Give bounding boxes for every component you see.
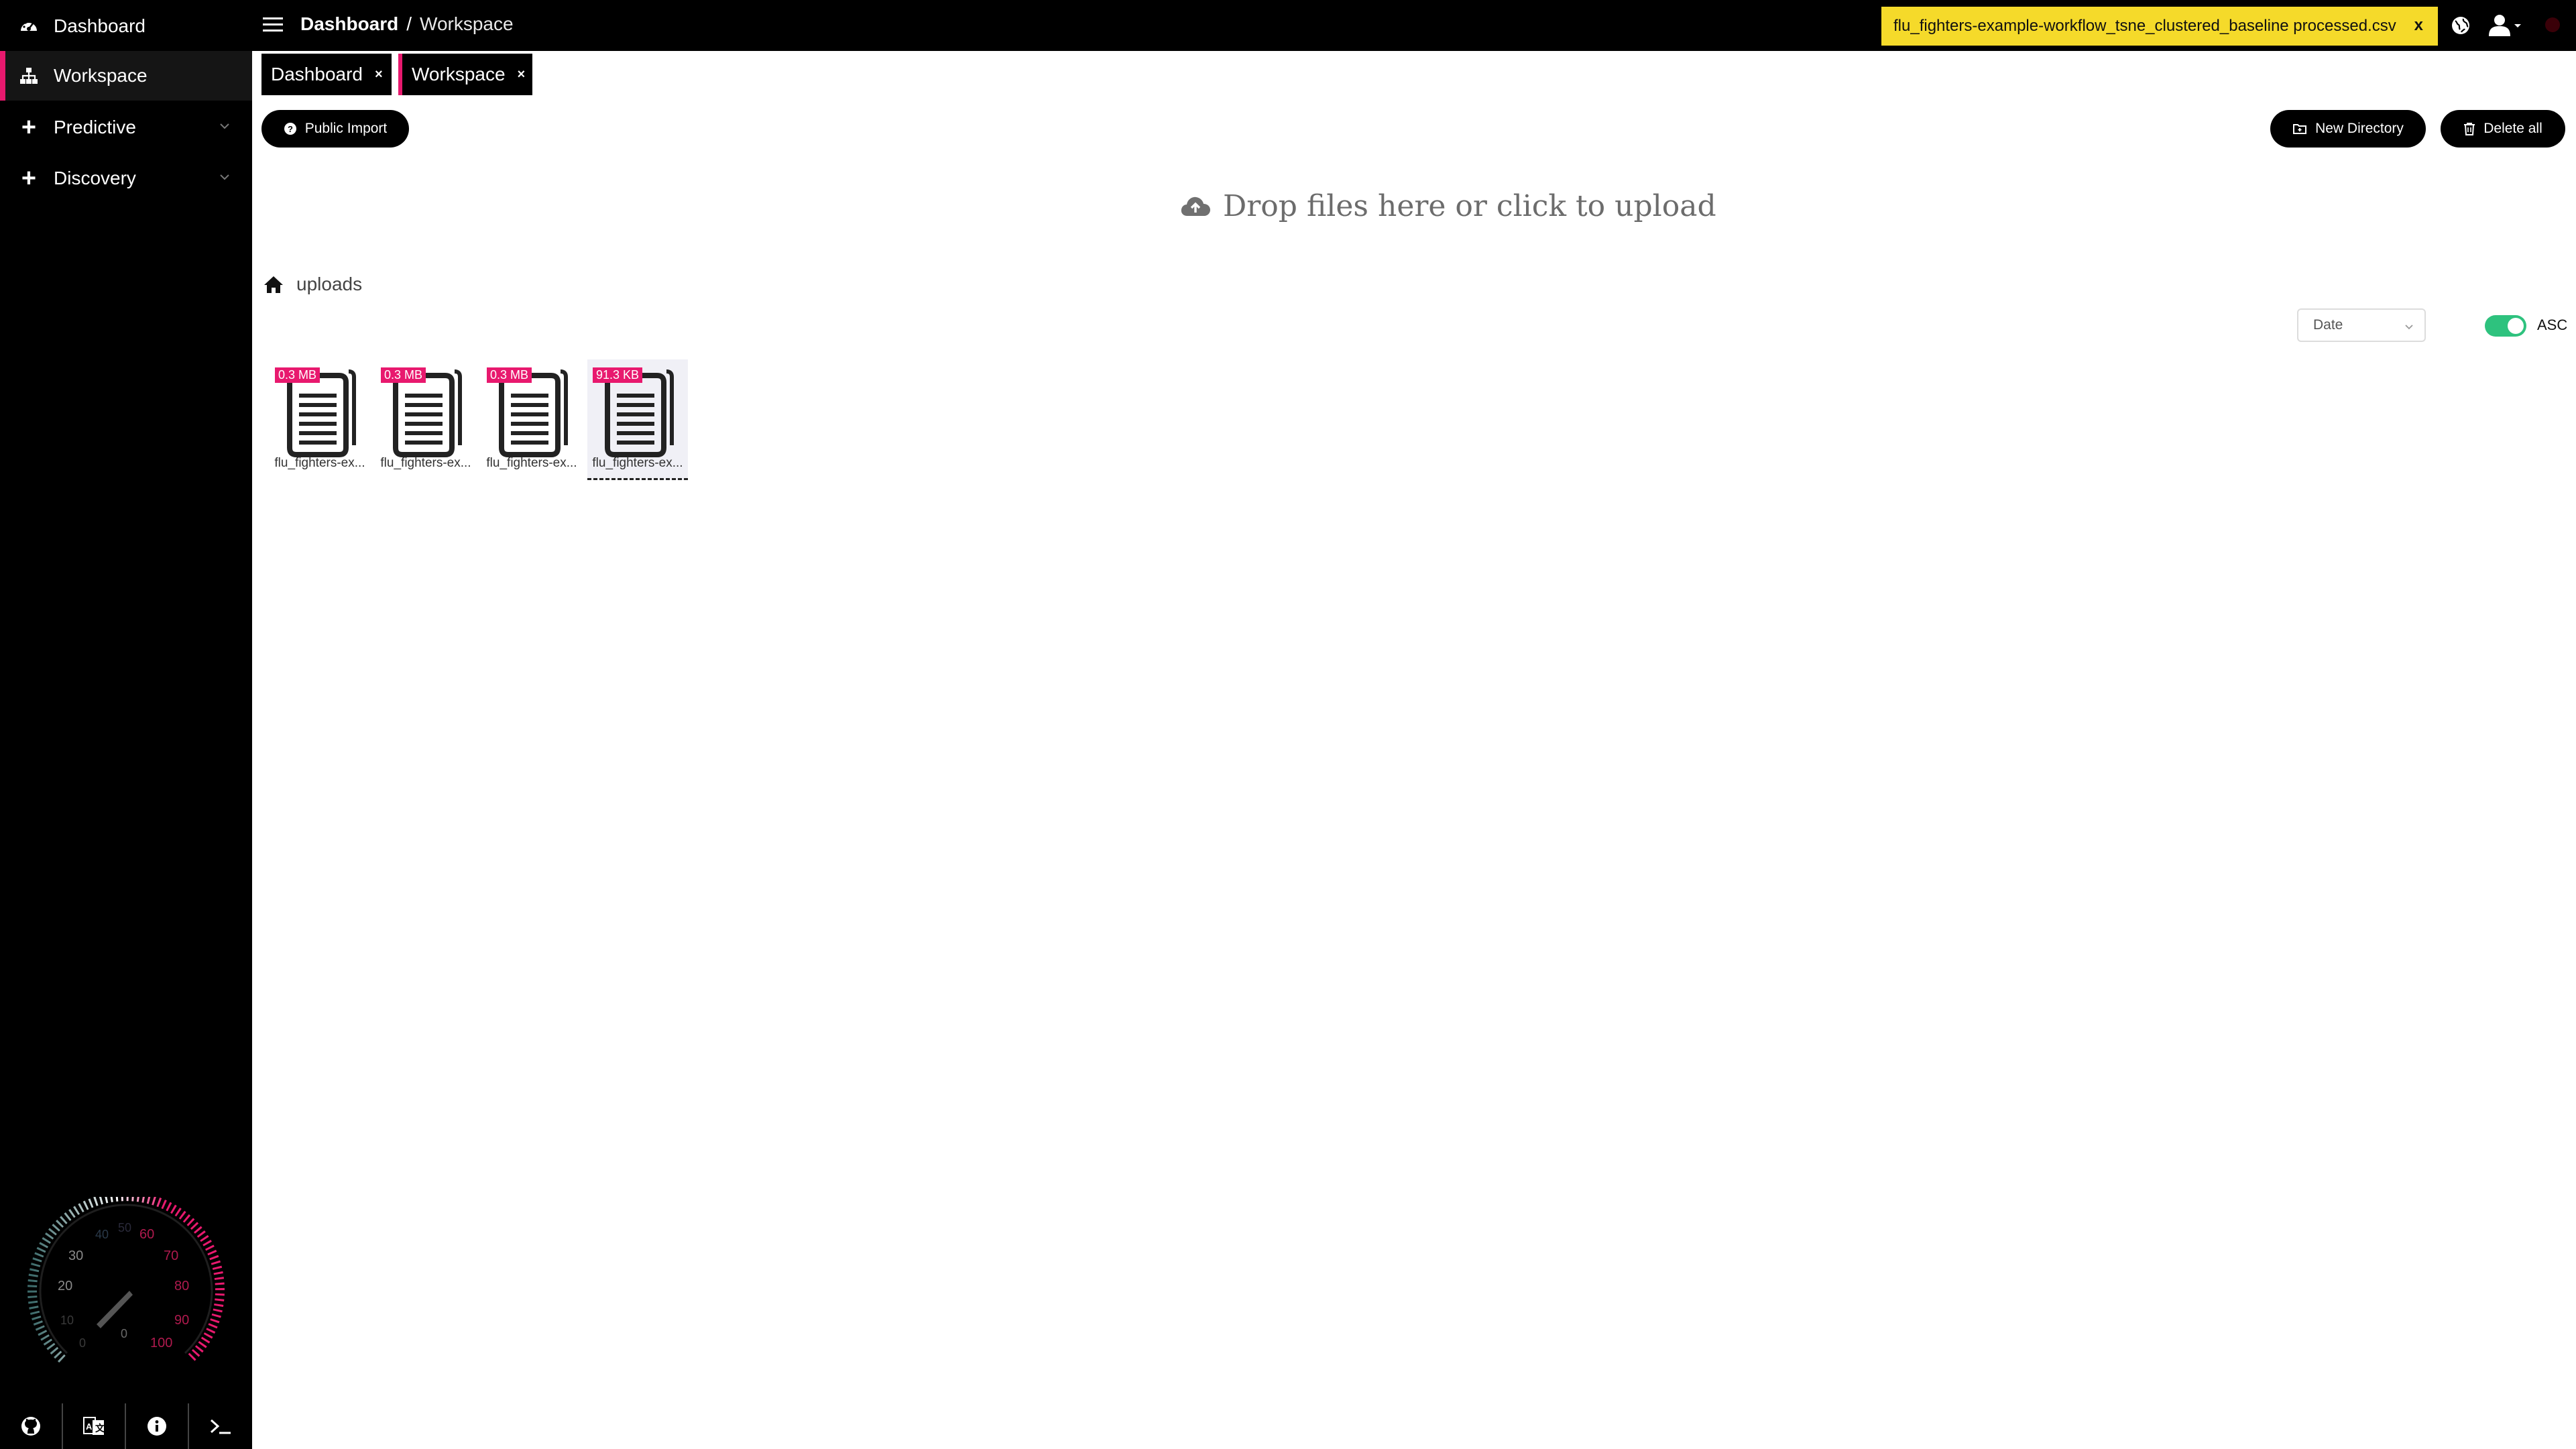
breadcrumb-separator: / (406, 13, 412, 34)
upload-dropzone[interactable]: Drop files here or click to upload (1180, 189, 1716, 223)
new-directory-label: New Directory (2315, 121, 2404, 136)
file-item[interactable]: 0.3 MB flu_fighters-ex... (270, 359, 370, 480)
tab-label: Workspace (412, 64, 506, 84)
gauge-tick-50: 50 (118, 1221, 131, 1234)
dropzone-text: Drop files here or click to upload (1223, 189, 1716, 223)
gauge-tick-30: 30 (68, 1249, 83, 1263)
public-import-button[interactable]: ? Public Import (261, 110, 409, 148)
top-bar: Dashboard / Workspace flu_fighters-example… (252, 0, 2576, 51)
gauge-tick-40: 40 (95, 1228, 109, 1241)
gauge-needle (97, 1291, 133, 1328)
sidebar-item-predictive[interactable]: + Predictive (0, 103, 252, 152)
delete-all-button[interactable]: Delete all (2441, 110, 2565, 148)
sidebar-item-workspace[interactable]: Workspace (0, 51, 252, 101)
language-icon: A文 (83, 1417, 105, 1435)
gauge-tick-90: 90 (174, 1313, 189, 1328)
sidebar-item-discovery[interactable]: + Discovery (0, 154, 252, 203)
toggle-knob (2508, 318, 2524, 334)
path-label[interactable]: uploads (296, 274, 362, 295)
sort-field-select[interactable]: Date (2297, 308, 2426, 342)
github-icon (21, 1417, 40, 1436)
file-item[interactable]: 0.3 MB flu_fighters-ex... (481, 359, 582, 480)
cloud-upload-icon (1181, 196, 1210, 216)
speed-gauge: 0 10 20 30 40 50 60 70 80 90 100 0 (27, 1197, 225, 1363)
question-circle-icon: ? (284, 123, 296, 135)
gauge-tick-0: 0 (79, 1336, 86, 1350)
file-size-badge: 0.3 MB (275, 367, 320, 383)
sidebar-item-dashboard[interactable]: Dashboard (0, 1, 252, 51)
new-directory-button[interactable]: New Directory (2270, 110, 2426, 148)
breadcrumb: Dashboard / Workspace (300, 13, 514, 35)
sidebar-item-label: Discovery (54, 168, 136, 188)
chevron-down-icon (220, 174, 229, 180)
gauge-tick-100: 100 (150, 1336, 172, 1350)
user-menu-icon[interactable] (2487, 13, 2525, 38)
notification-text: flu_fighters-example-workflow_tsne_clust… (1893, 17, 2396, 35)
sort-order-label: ASC (2537, 316, 2568, 333)
tab-workspace[interactable]: Workspace × (398, 54, 532, 95)
plus-icon: + (21, 113, 37, 141)
gauge-tick-80: 80 (174, 1279, 189, 1293)
svg-text:?: ? (288, 124, 293, 134)
file-size-badge: 91.3 KB (593, 367, 643, 383)
sidebar-item-label: Predictive (54, 117, 136, 137)
tab-dashboard[interactable]: Dashboard × (261, 54, 392, 95)
sidebar-item-label: Workspace (54, 65, 148, 86)
info-icon (148, 1417, 166, 1436)
github-button[interactable] (0, 1403, 63, 1449)
file-size-badge: 0.3 MB (487, 367, 532, 383)
sort-order-toggle[interactable] (2485, 315, 2526, 337)
notification-toast: flu_fighters-example-workflow_tsne_clust… (1881, 7, 2438, 46)
sidebar: Dashboard Workspace + Predictive + Disco… (0, 0, 252, 1449)
tab-close-button[interactable]: × (375, 67, 383, 82)
globe-icon[interactable] (2450, 15, 2471, 36)
gauge-tick-60: 60 (139, 1227, 154, 1242)
sitemap-icon (19, 66, 39, 86)
terminal-button[interactable] (189, 1403, 252, 1449)
gauge-tick-20: 20 (58, 1279, 72, 1293)
folder-plus-icon (2293, 124, 2307, 134)
breadcrumb-root[interactable]: Dashboard (300, 13, 398, 34)
file-name: flu_fighters-ex... (592, 456, 683, 470)
file-size-badge: 0.3 MB (381, 367, 426, 383)
sidebar-item-label: Dashboard (54, 15, 145, 36)
dashboard-icon (19, 16, 39, 36)
home-icon[interactable] (263, 274, 284, 294)
tab-label: Dashboard (271, 64, 363, 84)
status-indicator (2545, 17, 2560, 32)
gauge-center-value: 0 (121, 1327, 127, 1340)
delete-all-label: Delete all (2483, 121, 2542, 136)
directory-path: uploads (263, 274, 362, 295)
hamburger-menu-icon[interactable] (261, 13, 284, 36)
tab-close-button[interactable]: × (518, 67, 526, 82)
gauge-tick-10: 10 (60, 1314, 74, 1327)
plus-icon: + (21, 164, 37, 192)
svg-text:A: A (86, 1422, 93, 1432)
file-item-selected[interactable]: 91.3 KB flu_fighters-ex... (587, 359, 688, 480)
language-button[interactable]: A文 (63, 1403, 126, 1449)
sidebar-bottom-bar: A文 (0, 1403, 252, 1449)
notification-close-button[interactable]: x (2414, 16, 2423, 35)
chevron-down-icon (220, 123, 229, 129)
sort-field-value: Date (2313, 317, 2343, 333)
gauge-tick-70: 70 (164, 1249, 178, 1263)
file-name: flu_fighters-ex... (274, 456, 365, 470)
file-name: flu_fighters-ex... (380, 456, 471, 470)
breadcrumb-current: Workspace (420, 13, 514, 34)
trash-icon (2464, 123, 2475, 135)
file-name: flu_fighters-ex... (486, 456, 577, 470)
chevron-down-icon (2405, 325, 2413, 330)
terminal-icon (210, 1419, 231, 1434)
public-import-label: Public Import (304, 121, 388, 136)
svg-text:文: 文 (95, 1423, 105, 1434)
file-item[interactable]: 0.3 MB flu_fighters-ex... (375, 359, 476, 480)
info-button[interactable] (126, 1403, 189, 1449)
